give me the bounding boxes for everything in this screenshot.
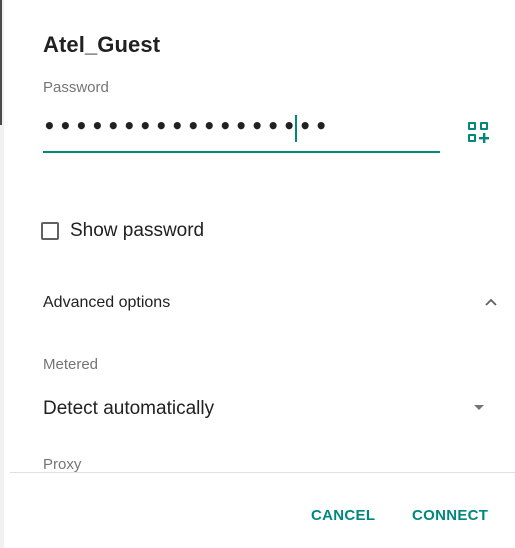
dropdown-arrow-icon[interactable] <box>473 404 485 412</box>
screen: Atel_Guest Password •••••••••••••••••• S… <box>0 0 515 548</box>
proxy-label: Proxy <box>43 456 82 473</box>
connect-button[interactable]: CONNECT <box>412 507 488 524</box>
show-password-row[interactable]: Show password <box>41 218 204 244</box>
chevron-up-icon[interactable] <box>483 294 499 310</box>
text-cursor <box>295 115 297 142</box>
network-name-title: Atel_Guest <box>43 32 161 57</box>
password-field[interactable]: •••••••••••••••••• <box>43 112 440 154</box>
qr-code-add-icon[interactable] <box>465 119 491 145</box>
metered-select[interactable]: Detect automatically <box>43 398 214 420</box>
cancel-button[interactable]: CANCEL <box>311 507 375 524</box>
button-bar-divider <box>10 472 515 473</box>
password-underline <box>43 151 440 153</box>
password-value: •••••••••••••••••• <box>43 114 331 138</box>
background-edge-dark <box>0 0 2 125</box>
metered-label: Metered <box>43 356 99 373</box>
show-password-label: Show password <box>70 220 205 241</box>
wifi-connect-dialog: Atel_Guest Password •••••••••••••••••• S… <box>10 0 515 548</box>
show-password-checkbox[interactable] <box>41 222 59 240</box>
password-label: Password <box>43 79 109 96</box>
advanced-options-toggle[interactable]: Advanced options <box>43 294 170 312</box>
